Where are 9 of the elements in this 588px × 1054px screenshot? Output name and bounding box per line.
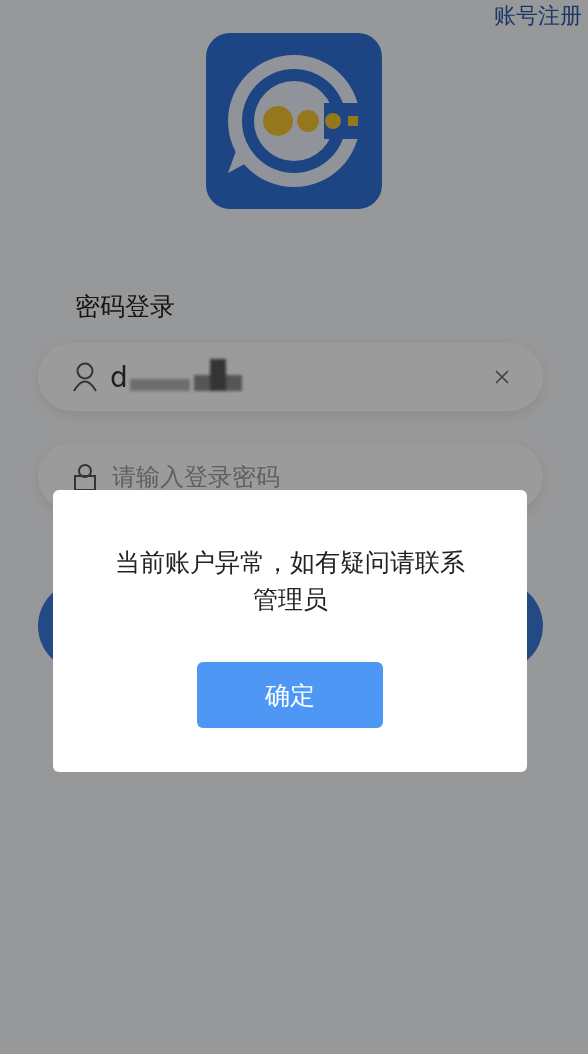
app-logo-icon xyxy=(206,33,382,209)
login-title: 密码登录 xyxy=(75,291,176,323)
register-link[interactable]: 账号注册 xyxy=(494,2,582,32)
dialog-message: 当前账户异常，如有疑问请联系管理员 xyxy=(114,547,466,616)
lock-icon xyxy=(72,462,98,492)
confirm-button[interactable]: 确定 xyxy=(197,662,383,728)
clear-icon[interactable] xyxy=(495,370,509,384)
username-field[interactable]: d xyxy=(38,343,543,411)
user-icon xyxy=(72,362,98,392)
